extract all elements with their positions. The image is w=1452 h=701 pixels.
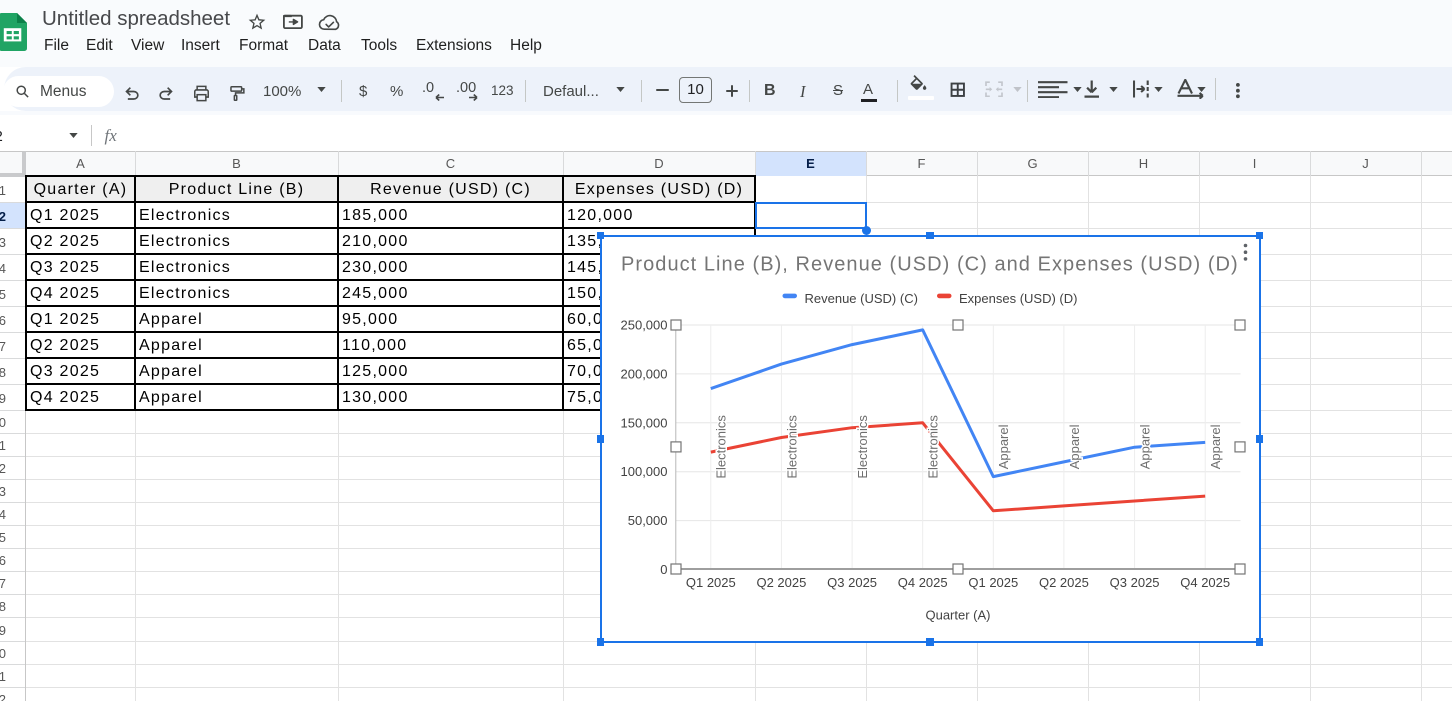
svg-text:Q1 2025: Q1 2025: [968, 574, 1018, 589]
svg-text:Q1 2025: Q1 2025: [685, 574, 735, 589]
svg-text:Q2 2025: Q2 2025: [1038, 574, 1088, 589]
svg-text:0: 0: [660, 562, 667, 577]
svg-text:Product Line (B), Revenue (USD: Product Line (B), Revenue (USD) (C) and …: [621, 253, 1239, 275]
svg-text:Apparel: Apparel: [1066, 424, 1081, 469]
svg-text:Q2 2025: Q2 2025: [756, 574, 806, 589]
svg-text:100,000: 100,000: [620, 464, 667, 479]
svg-text:Apparel: Apparel: [1208, 424, 1223, 469]
svg-text:Apparel: Apparel: [1137, 424, 1152, 469]
svg-text:Apparel: Apparel: [996, 424, 1011, 469]
svg-text:50,000: 50,000: [627, 513, 667, 528]
svg-text:Q4 2025: Q4 2025: [1180, 574, 1230, 589]
svg-text:Electronics: Electronics: [925, 414, 940, 478]
svg-text:200,000: 200,000: [620, 366, 667, 381]
svg-text:250,000: 250,000: [620, 317, 667, 332]
svg-text:150,000: 150,000: [620, 415, 667, 430]
svg-text:Quarter (A): Quarter (A): [925, 607, 990, 622]
svg-text:Electronics: Electronics: [713, 414, 728, 478]
svg-text:Q4 2025: Q4 2025: [897, 574, 947, 589]
svg-text:Q3 2025: Q3 2025: [827, 574, 877, 589]
svg-text:Electronics: Electronics: [784, 414, 799, 478]
svg-text:Expenses (USD) (D): Expenses (USD) (D): [959, 291, 1077, 306]
svg-text:Q3 2025: Q3 2025: [1109, 574, 1159, 589]
svg-text:Electronics: Electronics: [855, 414, 870, 478]
svg-text:Revenue (USD) (C): Revenue (USD) (C): [804, 291, 917, 306]
